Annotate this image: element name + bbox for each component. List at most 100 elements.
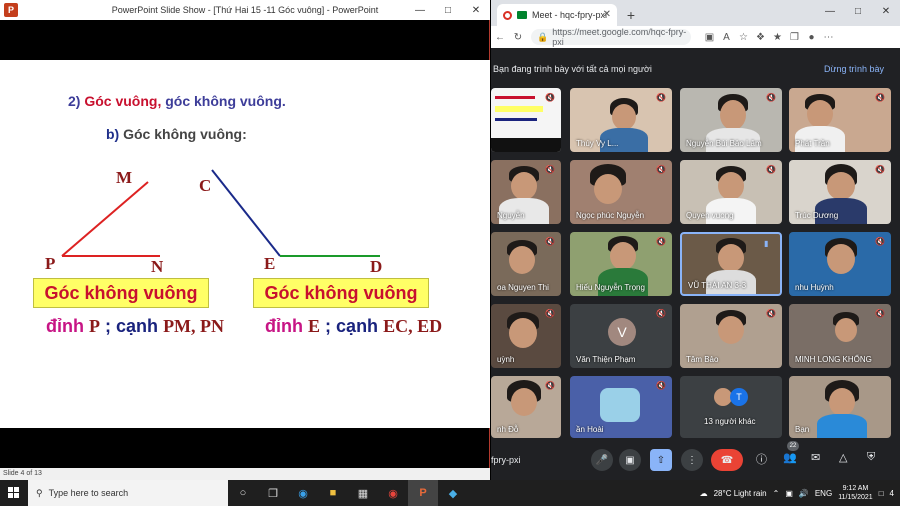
tile-participant[interactable]: Tâm Bảo 🔇 — [680, 304, 782, 368]
tile-participant[interactable]: nh Đỗ 🔇 — [491, 376, 561, 438]
profile-icon[interactable]: ● — [803, 32, 820, 43]
cortana-icon[interactable]: ○ — [228, 480, 258, 506]
recording-icon — [503, 10, 512, 20]
tile-participant-avatar[interactable]: V Văn Thiện Phạm 🔇 — [570, 304, 672, 368]
tile-participant[interactable]: Trúc Dương 🔇 — [789, 160, 891, 224]
info-icon[interactable]: ⓘ — [756, 451, 767, 467]
camera-toggle-button[interactable]: ▣ — [619, 449, 641, 471]
app-icon[interactable]: ◆ — [438, 480, 468, 506]
phone-hangup-icon: ☎ — [720, 454, 734, 466]
tile-participant-speaking[interactable]: VŨ THÁI AN 3-3 ▮ — [680, 232, 782, 296]
new-tab-button[interactable]: + — [621, 4, 641, 26]
close-icon[interactable]: ✕ — [462, 0, 490, 20]
participant-name: Văn Thiện Phạm — [576, 355, 636, 364]
favorites-bar-icon[interactable]: ★ — [769, 32, 786, 43]
desc-left: đỉnh P ; cạnh PM, PN — [46, 316, 224, 337]
tab-meet[interactable]: Meet - hqc-fpry-pxi ✕ — [497, 4, 617, 26]
maximize-icon[interactable]: □ — [434, 0, 462, 20]
file-explorer-icon[interactable]: ■ — [318, 480, 348, 506]
mute-icon: 🔇 — [766, 309, 776, 318]
host-controls-icon[interactable]: ⛨ — [867, 451, 875, 464]
browser-maximize-icon[interactable]: □ — [844, 0, 872, 22]
date: 11/15/2021 — [838, 494, 873, 501]
box-left: Góc không vuông — [33, 278, 209, 308]
tile-participant[interactable]: Phát Trần 🔇 — [789, 88, 891, 152]
volume-icon[interactable]: 🔊 — [799, 489, 809, 498]
camera-indicator-icon[interactable]: ▣ — [701, 32, 718, 43]
more-options-button[interactable]: ⋮ — [681, 449, 703, 471]
minimize-icon[interactable]: — — [406, 0, 434, 20]
avatar: T — [730, 388, 748, 406]
screen: P PowerPoint Slide Show - [Thứ Hai 15 -1… — [0, 0, 900, 506]
participant-name: nhu Huỳnh — [795, 283, 834, 292]
participant-name: nh Đỗ — [497, 425, 519, 434]
address-bar-row: ← ↻ 🔒 https://meet.google.com/hqc-fpry-p… — [491, 26, 900, 48]
participant-name: Phát Trần — [795, 139, 830, 148]
tile-participant[interactable]: nhu Huỳnh 🔇 — [789, 232, 891, 296]
back-icon[interactable]: ← — [491, 32, 509, 43]
tile-participant[interactable]: Hiếu Nguyễn Trọng 🔇 — [570, 232, 672, 296]
favorite-icon[interactable]: ☆ — [735, 32, 752, 43]
url-field[interactable]: 🔒 https://meet.google.com/hqc-fpry-pxi — [531, 27, 691, 47]
tile-participant[interactable]: MINH LONG KHỔNG 🔇 — [789, 304, 891, 368]
collections-icon[interactable]: ❐ — [786, 32, 803, 43]
label-d: D — [370, 257, 383, 276]
extensions-icon[interactable]: ❖ — [752, 32, 769, 43]
participant-name: Bạn — [795, 425, 810, 434]
browser-minimize-icon[interactable]: — — [816, 0, 844, 22]
browser-close-icon[interactable]: ✕ — [872, 0, 900, 22]
tile-presentation[interactable]: 🔇 — [491, 88, 561, 152]
activities-icon[interactable]: △ — [839, 451, 847, 464]
desc-right-canh: ; cạnh — [325, 316, 379, 336]
label-m: M — [116, 168, 133, 187]
tile-participant[interactable]: ần Hoài 🔇 — [570, 376, 672, 438]
tile-others[interactable]: T 13 người khác — [680, 376, 782, 438]
powerpoint-taskbar-icon[interactable]: P — [408, 480, 438, 506]
tile-self[interactable]: Bạn — [789, 376, 891, 438]
weather-text[interactable]: 28°C Light rain — [714, 489, 767, 498]
tile-participant[interactable]: Ngọc phúc Nguyễn 🔇 — [570, 160, 672, 224]
people-icon[interactable]: 👥 — [783, 451, 797, 464]
clock[interactable]: 9:12 AM 11/15/2021 — [838, 484, 873, 502]
stop-presenting-button[interactable]: Dừng trình bày — [824, 64, 884, 74]
time: 9:12 AM — [842, 485, 869, 492]
notification-icon[interactable]: □ — [879, 489, 884, 498]
store-icon[interactable]: ▦ — [348, 480, 378, 506]
label-e: E — [264, 254, 276, 273]
tile-participant[interactable]: Nguyễn Bùi Bảo Lâm 🔇 — [680, 88, 782, 152]
tile-participant[interactable]: Nguyễn 🔇 — [491, 160, 561, 224]
desc-left-canh: ; cạnh — [105, 316, 159, 336]
more-icon[interactable]: ⋯ — [820, 32, 837, 43]
tile-participant[interactable]: oa Nguyen Thi 🔇 — [491, 232, 561, 296]
mute-icon: 🔇 — [766, 165, 776, 174]
chrome-icon[interactable]: ◉ — [378, 480, 408, 506]
tile-participant[interactable]: uỳnh 🔇 — [491, 304, 561, 368]
reload-icon[interactable]: ↻ — [509, 32, 527, 43]
tile-participant[interactable]: Quyen vuong 🔇 — [680, 160, 782, 224]
leave-call-button[interactable]: ☎ — [711, 449, 743, 471]
mute-icon: 🔇 — [545, 165, 555, 174]
language-indicator[interactable]: ENG — [815, 489, 832, 498]
mute-icon: 🔇 — [656, 309, 666, 318]
mic-toggle-button[interactable]: 🎤 — [591, 449, 613, 471]
edge-icon[interactable]: ◉ — [288, 480, 318, 506]
participant-name: Hiếu Nguyễn Trọng — [576, 283, 645, 292]
notification-count: 4 — [889, 488, 894, 498]
tile-participant[interactable]: Thúy Vy L... 🔇 — [570, 88, 672, 152]
participant-name: Thúy Vy L... — [576, 139, 619, 148]
participant-name: Tâm Bảo — [686, 355, 719, 364]
meet-control-bar: fpry-pxi 🎤 ▣ ⇧ ⋮ ☎ ⓘ 👥 22 ✉ △ ⛨ — [491, 441, 900, 480]
angle-drawings — [61, 169, 380, 257]
tray-arrow-icon[interactable]: ⌃ — [773, 489, 780, 498]
taskbar-search[interactable]: ⚲ Type here to search — [28, 480, 228, 506]
weather-icon: ☁ — [699, 488, 708, 498]
network-icon[interactable]: ▣ — [785, 489, 793, 498]
chat-icon[interactable]: ✉ — [811, 451, 820, 464]
present-button[interactable]: ⇧ — [650, 449, 672, 471]
read-aloud-icon[interactable]: A — [718, 32, 735, 43]
task-view-icon[interactable]: ❐ — [258, 480, 288, 506]
mute-icon: 🔇 — [545, 309, 555, 318]
slide-canvas: 2) Góc vuông, góc không vuông. b) Góc kh… — [0, 60, 490, 428]
start-button[interactable] — [0, 480, 28, 506]
tab-close-icon[interactable]: ✕ — [603, 9, 611, 20]
